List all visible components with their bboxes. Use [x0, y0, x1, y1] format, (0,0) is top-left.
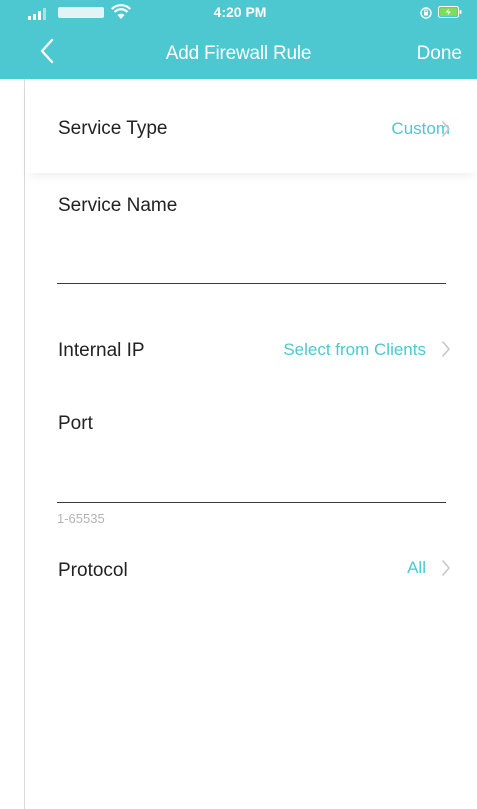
orientation-lock-icon: [420, 7, 432, 19]
service-name-input[interactable]: [58, 248, 446, 278]
protocol-label: Protocol: [58, 560, 128, 581]
protocol-value: All: [407, 558, 426, 577]
left-border: [24, 79, 25, 809]
chevron-right-icon: [442, 121, 450, 137]
port-label: Port: [58, 413, 93, 434]
status-time: 4:20 PM: [213, 4, 267, 20]
port-range-hint: 1-65535: [57, 511, 105, 526]
cellular-signal-icon: [28, 8, 46, 20]
chevron-right-icon: [442, 560, 450, 576]
service-type-value: Custom: [391, 119, 450, 138]
add-firewall-rule-screen: 4:20 PM Add Firewall Rule Done Service T…: [0, 0, 477, 809]
back-button[interactable]: [38, 36, 66, 68]
select-from-clients-link[interactable]: Select from Clients: [230, 340, 426, 360]
internal-ip-label: Internal IP: [58, 340, 145, 361]
service-type-label: Service Type: [58, 118, 168, 139]
carrier-name-redacted: [58, 7, 104, 18]
port-underline: [57, 502, 446, 503]
wifi-icon: [111, 4, 131, 19]
done-button[interactable]: Done: [400, 43, 462, 65]
chevron-left-icon: [40, 38, 54, 64]
service-type-row[interactable]: Service Type Custom: [25, 79, 477, 173]
status-bar: 4:20 PM: [0, 0, 477, 28]
port-input[interactable]: [58, 466, 446, 496]
chevron-right-icon: [442, 341, 450, 357]
service-name-underline: [57, 283, 446, 284]
battery-charging-icon: [438, 6, 462, 18]
service-name-label: Service Name: [58, 195, 178, 216]
page-title: Add Firewall Rule: [165, 43, 312, 64]
